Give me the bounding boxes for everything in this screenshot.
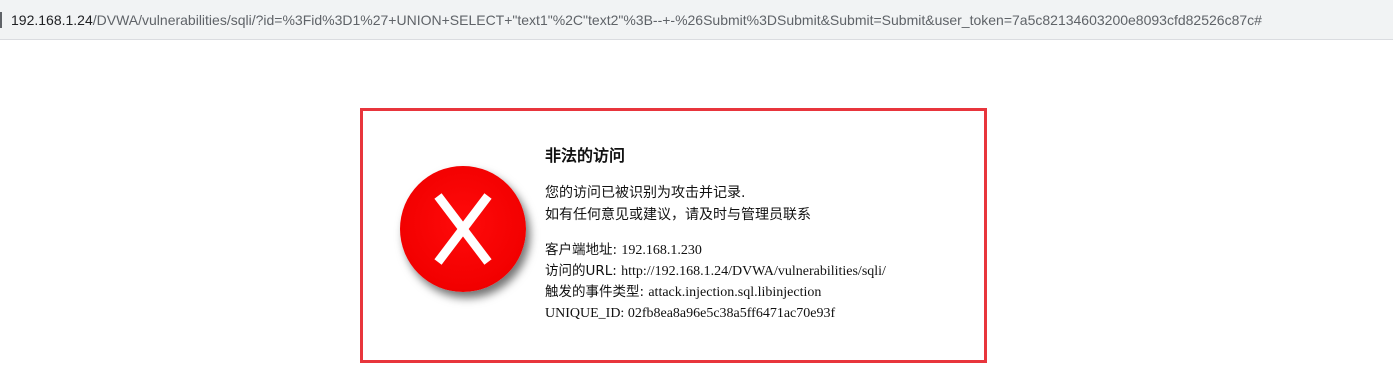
address-bar-edge: [0, 12, 2, 28]
alert-message-line-2: 如有任何意见或建议，请及时与管理员联系: [545, 207, 811, 223]
address-bar[interactable]: 192.168.1.24/DVWA/vulnerabilities/sqli/?…: [0, 0, 1393, 40]
unique-id-row: UNIQUE_ID: 02fb8ea8a96e5c38a5ff6471ac70e…: [545, 303, 965, 324]
alert-message: 您的访问已被识别为攻击并记录. 如有任何意见或建议，请及时与管理员联系: [545, 182, 965, 226]
client-ip-row: 客户端地址: 192.168.1.230: [545, 240, 965, 261]
alert-content: 非法的访问 您的访问已被识别为攻击并记录. 如有任何意见或建议，请及时与管理员联…: [545, 144, 965, 324]
unique-id-label: UNIQUE_ID:: [545, 306, 628, 321]
event-type-value: attack.injection.sql.libinjection: [648, 285, 822, 300]
alert-details: 客户端地址: 192.168.1.230 访问的URL: http://192.…: [545, 240, 965, 324]
error-x-icon: [400, 166, 526, 292]
x-mark-icon: [434, 193, 492, 265]
url-text[interactable]: 192.168.1.24/DVWA/vulnerabilities/sqli/?…: [11, 11, 1262, 29]
event-type-row: 触发的事件类型: attack.injection.sql.libinjecti…: [545, 282, 965, 303]
client-ip-value: 192.168.1.230: [621, 243, 702, 258]
url-path: /DVWA/vulnerabilities/sqli/?id=%3Fid%3D1…: [92, 12, 1262, 28]
alert-title: 非法的访问: [545, 146, 626, 165]
unique-id-value: 02fb8ea8a96e5c38a5ff6471ac70e93f: [627, 306, 836, 321]
alert-message-line-1: 您的访问已被识别为攻击并记录.: [545, 185, 746, 201]
event-type-label: 触发的事件类型:: [545, 284, 649, 300]
url-host: 192.168.1.24: [11, 12, 93, 28]
client-ip-label: 客户端地址:: [545, 242, 622, 258]
url-value: http://192.168.1.24/DVWA/vulnerabilities…: [621, 264, 886, 279]
url-label: 访问的URL:: [545, 263, 622, 279]
blocked-access-alert: 非法的访问 您的访问已被识别为攻击并记录. 如有任何意见或建议，请及时与管理员联…: [360, 108, 987, 363]
url-row: 访问的URL: http://192.168.1.24/DVWA/vulnera…: [545, 261, 965, 282]
